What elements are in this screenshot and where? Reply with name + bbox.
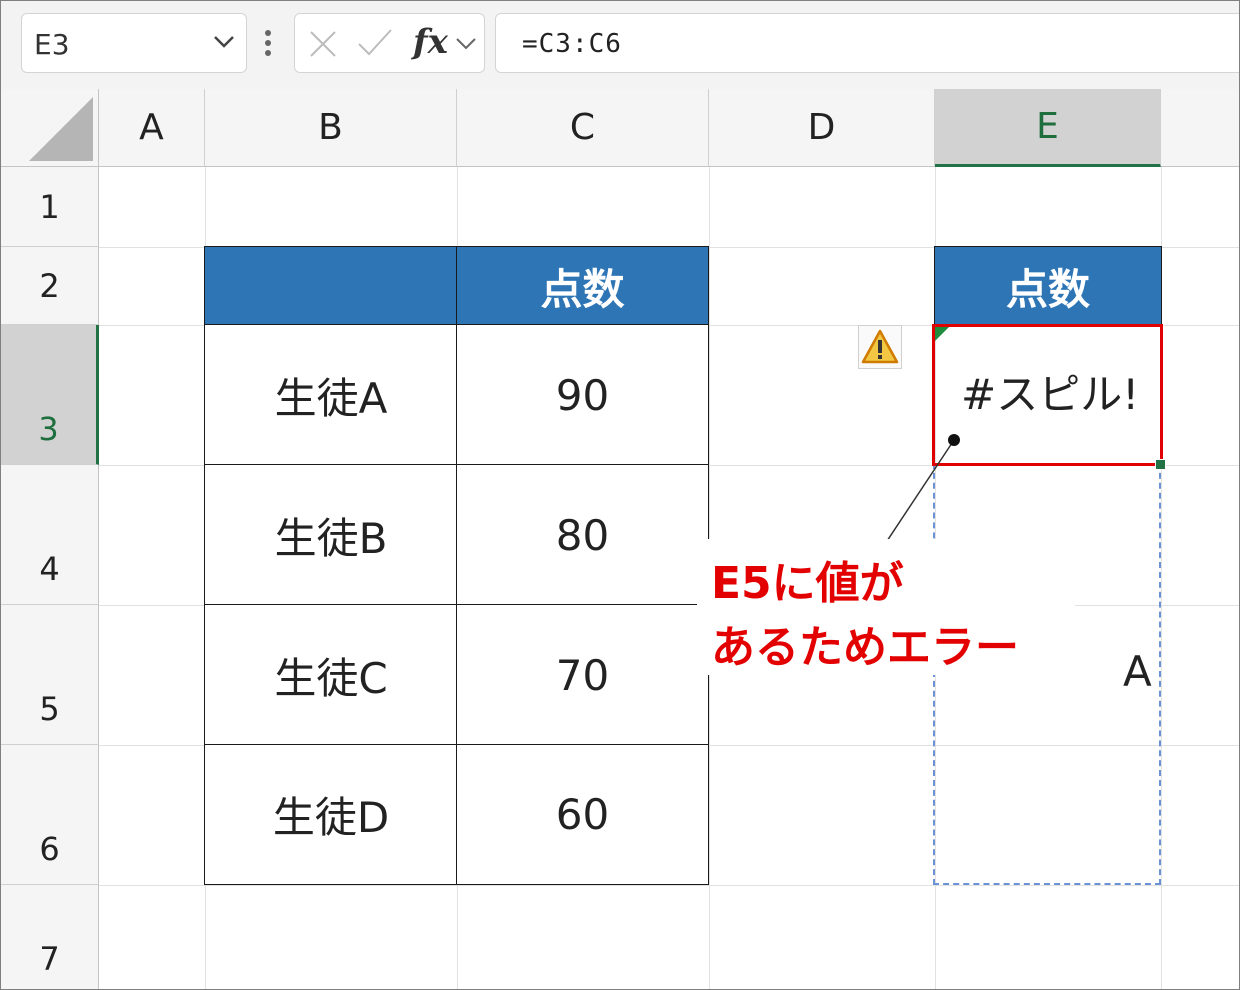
cell-c6[interactable]: 60 [456, 744, 709, 885]
row-header-5[interactable]: 5 [1, 605, 99, 745]
cell-b5[interactable]: 生徒C [204, 604, 458, 746]
insert-function-button[interactable]: fx [413, 22, 448, 62]
more-options-icon[interactable] [263, 29, 273, 63]
cell-e5-value: A [1123, 647, 1152, 696]
formula-bar: E3 fx =C3:C6 [1, 1, 1239, 89]
row-header-6[interactable]: 6 [1, 745, 99, 885]
name-box[interactable]: E3 [21, 13, 247, 73]
enter-check-icon[interactable] [357, 28, 393, 62]
cell-c3[interactable]: 90 [456, 324, 709, 466]
column-header-d[interactable]: D [709, 89, 935, 167]
callout-line-1: E5に値が [711, 558, 904, 609]
row-header-7[interactable]: 7 [1, 885, 99, 989]
cancel-icon[interactable] [309, 30, 337, 62]
formula-text: =C3:C6 [522, 29, 622, 59]
cell-c2[interactable]: 点数 [456, 246, 709, 326]
chevron-down-icon[interactable] [212, 34, 236, 54]
formula-buttons: fx [294, 13, 485, 73]
spill-error-value: #スピル! [961, 370, 1140, 419]
select-all-corner[interactable] [1, 89, 99, 167]
column-header-b[interactable]: B [205, 89, 457, 167]
row-header-4[interactable]: 4 [1, 465, 99, 605]
grid-line [99, 885, 1239, 886]
row-header-3[interactable]: 3 [1, 325, 99, 465]
name-box-value: E3 [34, 28, 70, 61]
cell-c4[interactable]: 80 [456, 464, 709, 606]
cell-b3[interactable]: 生徒A [204, 324, 458, 466]
warning-icon[interactable] [858, 325, 902, 369]
excel-window: E3 fx =C3:C6 A B C D E 1 2 3 4 5 6 7 点数 … [0, 0, 1240, 990]
fill-handle[interactable] [1155, 459, 1166, 470]
callout-line-2: あるためエラー [711, 622, 1019, 673]
column-header-a[interactable]: A [99, 89, 205, 167]
cell-e2[interactable]: 点数 [934, 246, 1162, 326]
column-header-e[interactable]: E [935, 89, 1161, 167]
row-header-1[interactable]: 1 [1, 167, 99, 247]
cell-c5[interactable]: 70 [456, 604, 709, 746]
callout-annotation: E5に値が あるためエラー [697, 539, 1075, 675]
column-header-f[interactable] [1161, 89, 1239, 167]
row-header-2[interactable]: 2 [1, 247, 99, 325]
cell-b2[interactable] [204, 246, 458, 326]
cell-b6[interactable]: 生徒D [204, 744, 458, 885]
column-header-c[interactable]: C [457, 89, 709, 167]
error-indicator-icon [935, 327, 949, 341]
formula-input[interactable]: =C3:C6 [495, 13, 1239, 73]
chevron-down-icon[interactable] [455, 36, 477, 55]
cell-b4[interactable]: 生徒B [204, 464, 458, 606]
